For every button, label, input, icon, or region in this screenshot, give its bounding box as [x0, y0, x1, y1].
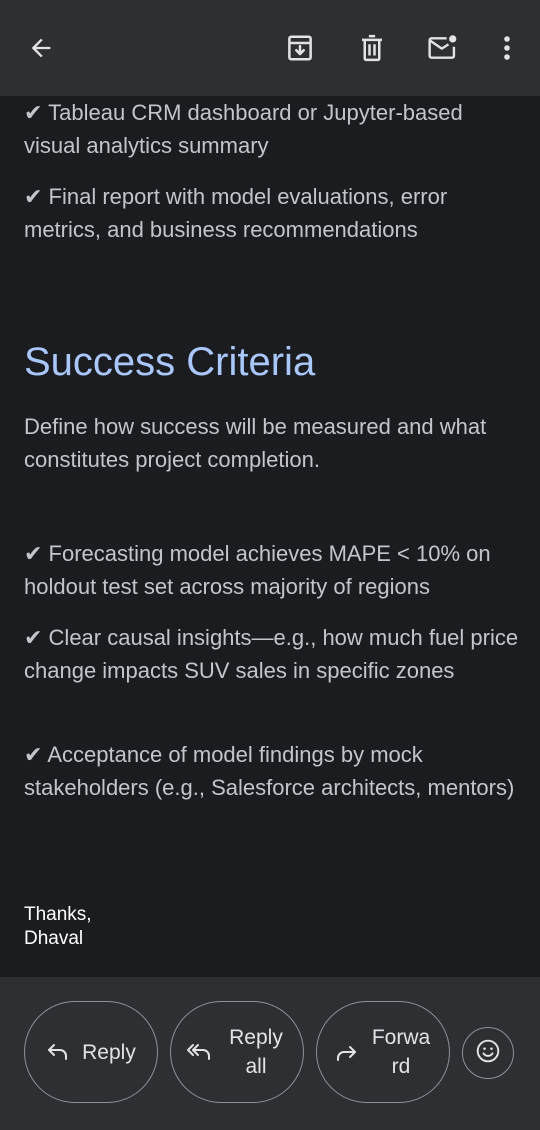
reply-label: Reply	[82, 1040, 136, 1064]
signoff-name: Dhaval	[24, 928, 84, 949]
deliverable-item: ✔ Final report with model evaluations, e…	[24, 184, 448, 242]
more-options-button[interactable]	[485, 26, 529, 70]
mail-unread-icon	[426, 33, 460, 63]
mark-unread-button[interactable]	[421, 26, 465, 70]
action-bar: Reply Reply all Forwa rd	[0, 977, 540, 1130]
forward-label: Forwa rd	[371, 1026, 431, 1078]
signoff-thanks: Thanks,	[24, 904, 92, 925]
emoji-reaction-button[interactable]	[462, 1027, 514, 1079]
forward-icon	[334, 1042, 358, 1062]
top-app-bar	[0, 0, 540, 96]
trash-icon	[357, 33, 387, 63]
back-button[interactable]	[19, 26, 63, 70]
reply-all-button[interactable]: Reply all	[170, 1001, 304, 1103]
reply-all-label: Reply all	[229, 1026, 283, 1078]
email-body: ✔ Tableau CRM dashboard or Jupyter-based…	[0, 96, 540, 977]
arrow-left-icon	[27, 34, 55, 62]
more-vert-icon	[503, 34, 511, 62]
archive-icon	[285, 33, 315, 63]
smiley-icon	[475, 1038, 501, 1069]
reply-icon	[46, 1042, 70, 1062]
delete-button[interactable]	[350, 26, 394, 70]
forward-button[interactable]: Forwa rd	[316, 1001, 450, 1103]
deliverable-item: ✔ Tableau CRM dashboard or Jupyter-based…	[24, 100, 463, 158]
section-intro: Define how success will be measured and …	[24, 414, 487, 472]
criteria-item: ✔ Forecasting model achieves MAPE < 10% …	[24, 541, 491, 599]
reply-button[interactable]: Reply	[24, 1001, 158, 1103]
criteria-item: ✔ Acceptance of model findings by mock s…	[24, 742, 515, 800]
criteria-item: ✔ Clear causal insights—e.g., how much f…	[24, 625, 519, 683]
archive-button[interactable]	[278, 26, 322, 70]
section-heading: Success Criteria	[24, 340, 316, 384]
reply-all-icon	[186, 1042, 212, 1062]
